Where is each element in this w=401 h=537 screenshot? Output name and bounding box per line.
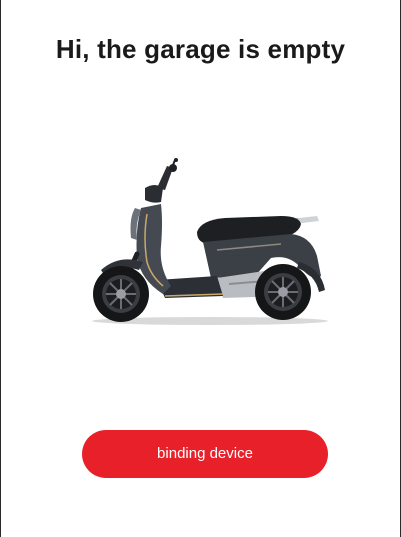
page-title: Hi, the garage is empty — [55, 34, 346, 64]
garage-screen: Hi, the garage is empty binding device — [0, 0, 401, 537]
scooter-icon — [92, 158, 328, 325]
binding-device-button[interactable]: binding device — [82, 430, 328, 478]
